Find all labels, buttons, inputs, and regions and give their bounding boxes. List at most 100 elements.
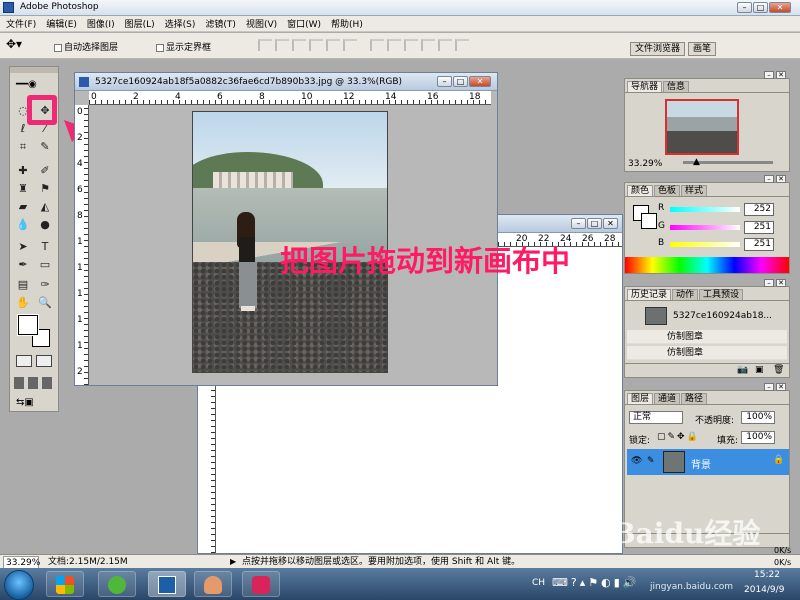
- ruler-label: 18: [469, 92, 481, 102]
- ruler-label: 28: [604, 234, 616, 244]
- watermark-url: jingyan.baidu.com: [650, 582, 734, 592]
- tab-tool-presets[interactable]: 工具预设: [699, 289, 744, 300]
- tab-actions[interactable]: 动作: [672, 289, 699, 300]
- status-bar: 33.29% 文档:2.15M/2.15M ▶ 点按并拖移以移动图层或选区。要用…: [0, 554, 800, 570]
- panel-close-icon[interactable]: ✕: [776, 279, 786, 287]
- navigator-zoom-value[interactable]: 33.29%: [628, 159, 662, 169]
- new-canvas-minimize-button[interactable]: –: [571, 218, 586, 229]
- photo-person-skirt: [239, 262, 257, 308]
- ruler-label: 10: [301, 92, 313, 102]
- panel-close-icon[interactable]: ✕: [776, 383, 786, 391]
- panel-minimize-icon[interactable]: –: [764, 383, 774, 391]
- net-speed-down: 0K/s: [774, 558, 792, 567]
- tab-info[interactable]: 信息: [663, 81, 690, 92]
- net-speed-up: 0K/s: [774, 546, 792, 555]
- baidu-watermark: Baidu经验: [612, 517, 761, 550]
- photo-document-title: 5327ce160924ab18f5a0882c36fae6cd7b890b33…: [95, 77, 403, 87]
- taskbar-app-5[interactable]: [242, 571, 280, 597]
- panel-close-icon[interactable]: ✕: [776, 71, 786, 79]
- windows-flag-icon: [56, 576, 74, 594]
- opacity-label: 不透明度:: [695, 416, 735, 426]
- channel-r-value[interactable]: 252: [744, 203, 774, 216]
- start-button[interactable]: [4, 570, 34, 600]
- history-snapshot-label[interactable]: 5327ce160924ab18...: [673, 311, 772, 321]
- taskbar-app-4[interactable]: [194, 571, 232, 597]
- ruler-label: 8: [259, 92, 265, 102]
- history-item-label: 仿制图章: [667, 332, 704, 342]
- ruler-label: 2: [77, 133, 83, 143]
- layer-name[interactable]: 背景: [691, 456, 711, 471]
- color-spectrum-bar[interactable]: [625, 257, 789, 273]
- channel-b-slider[interactable]: [670, 242, 740, 247]
- channel-b-value[interactable]: 251: [744, 238, 774, 251]
- history-new-icon[interactable]: ▣: [755, 365, 764, 375]
- photo-person-body: [239, 237, 255, 265]
- new-canvas-close-button[interactable]: ✕: [603, 218, 618, 229]
- panel-close-icon[interactable]: ✕: [776, 175, 786, 183]
- document-icon: [79, 77, 89, 87]
- new-canvas-maximize-button[interactable]: □: [587, 218, 602, 229]
- tab-swatches[interactable]: 色板: [654, 185, 681, 196]
- green-browser-icon: [108, 576, 126, 594]
- slider-thumb-icon[interactable]: ▲: [693, 157, 700, 167]
- tab-navigator[interactable]: 导航器: [627, 81, 663, 92]
- panel-minimize-icon[interactable]: –: [764, 71, 774, 79]
- ruler-label: 1: [77, 289, 83, 299]
- photoshop-taskbar-icon: [158, 576, 176, 594]
- channel-g-value[interactable]: 251: [744, 221, 774, 234]
- photo-close-button[interactable]: ✕: [469, 76, 491, 87]
- bg-color-swatch[interactable]: [641, 213, 657, 229]
- photo-document-titlebar[interactable]: 5327ce160924ab18f5a0882c36fae6cd7b890b33…: [75, 73, 497, 91]
- channel-g-slider[interactable]: [670, 225, 740, 230]
- layer-visibility-eye-icon[interactable]: 👁: [631, 456, 642, 466]
- panel-minimize-icon[interactable]: –: [764, 175, 774, 183]
- opacity-field[interactable]: 100%: [741, 411, 775, 424]
- taskbar-app-1[interactable]: [46, 571, 84, 597]
- blend-mode-select[interactable]: 正常: [629, 411, 683, 424]
- fill-field[interactable]: 100%: [741, 431, 775, 444]
- ime-indicator[interactable]: CH: [532, 578, 545, 588]
- tab-history[interactable]: 历史记录: [627, 289, 672, 300]
- history-item[interactable]: 仿制图章: [627, 346, 787, 360]
- layer-row-background[interactable]: 👁 ✎ 背景 🔒: [627, 449, 789, 475]
- clock-time[interactable]: 15:22: [754, 570, 780, 580]
- lock-buttons-icon[interactable]: ▢✎✥🔒: [657, 432, 700, 442]
- channel-g-label: G: [658, 221, 665, 231]
- history-item[interactable]: 仿制图章: [627, 330, 787, 344]
- panel-minimize-icon[interactable]: –: [764, 279, 774, 287]
- ruler-label: 1: [77, 315, 83, 325]
- ruler-label: 26: [582, 234, 594, 244]
- history-delete-icon[interactable]: 🗑: [773, 365, 784, 375]
- tray-icons[interactable]: ⌨?▴⚑◐▮🔊: [552, 576, 639, 589]
- history-snapshot-icon[interactable]: 📷: [737, 365, 748, 375]
- taskbar-app-2[interactable]: [98, 571, 136, 597]
- photo-maximize-button[interactable]: □: [453, 76, 468, 87]
- taskbar-app-photoshop[interactable]: [148, 571, 186, 597]
- layer-brush-icon[interactable]: ✎: [647, 456, 655, 466]
- status-hint: 点按并拖移以移动图层或选区。要用附加选项，使用 Shift 和 Alt 键。: [242, 557, 521, 567]
- photo-window-controls: – □ ✕: [437, 76, 491, 87]
- red-app-icon: [252, 576, 270, 594]
- tab-layers[interactable]: 图层: [627, 393, 654, 404]
- navigator-thumbnail[interactable]: [665, 99, 739, 155]
- ruler-label: 16: [427, 92, 439, 102]
- photo-ruler-vertical: 0 2 4 6 8 1 1 1 1 1 2: [75, 105, 89, 385]
- ruler-label: 2: [133, 92, 139, 102]
- instruction-annotation: 把图片拖动到新画布中: [280, 244, 571, 278]
- tab-color[interactable]: 颜色: [627, 185, 654, 196]
- channel-b-label: B: [658, 238, 665, 248]
- history-snapshot-thumbnail[interactable]: [645, 307, 667, 325]
- tab-styles[interactable]: 样式: [681, 185, 708, 196]
- photo-person-feet: [241, 306, 255, 311]
- channel-r-slider[interactable]: [670, 207, 740, 212]
- photo-minimize-button[interactable]: –: [437, 76, 452, 87]
- ruler-label: 1: [77, 341, 83, 351]
- ruler-label: 14: [385, 92, 397, 102]
- tab-paths[interactable]: 路径: [681, 393, 708, 404]
- ruler-label: 2: [77, 367, 83, 377]
- clock-date[interactable]: 2014/9/9: [744, 585, 784, 595]
- tab-channels[interactable]: 通道: [654, 393, 681, 404]
- status-doc-size[interactable]: 文档:2.15M/2.15M: [48, 556, 128, 568]
- ruler-label: 8: [77, 211, 83, 221]
- ruler-label: 4: [175, 92, 181, 102]
